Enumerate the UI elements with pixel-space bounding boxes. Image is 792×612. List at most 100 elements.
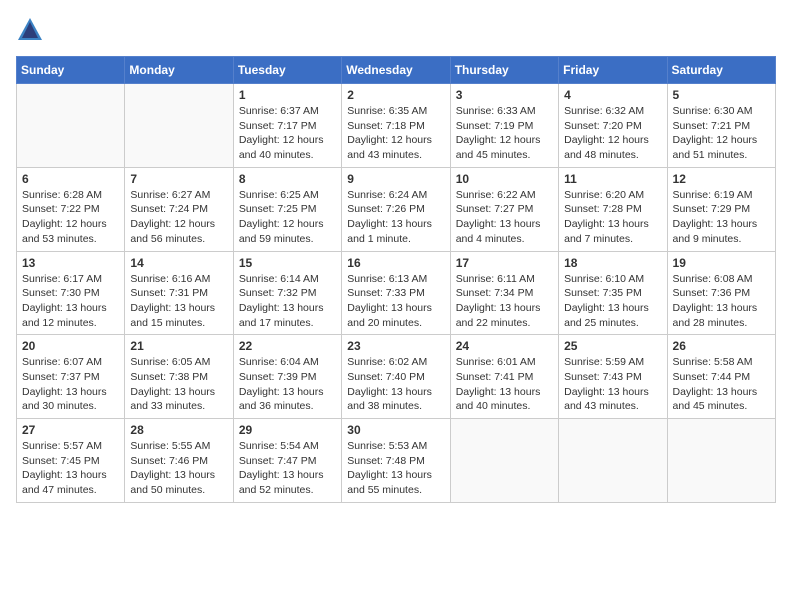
calendar-cell: 28 Sunrise: 5:55 AM Sunset: 7:46 PM Dayli… — [125, 419, 233, 503]
calendar-cell: 25Sunrise: 5:59 AM Sunset: 7:43 PM Dayli… — [559, 335, 667, 419]
weekday-header: Thursday — [450, 57, 558, 84]
day-number: 3 — [456, 88, 553, 102]
cell-content: Sunrise: 6:24 AM Sunset: 7:26 PM Dayligh… — [347, 188, 444, 247]
calendar-cell: 1 Sunrise: 6:37 AM Sunset: 7:17 PM Daylig… — [233, 84, 341, 168]
cell-content: Sunrise: 6:01 AM Sunset: 7:41 PM Dayligh… — [456, 355, 553, 414]
cell-content: Sunrise: 6:11 AM Sunset: 7:34 PM Dayligh… — [456, 272, 553, 331]
calendar-cell: 27Sunrise: 5:57 AM Sunset: 7:45 PM Dayli… — [17, 419, 125, 503]
day-number: 21 — [130, 339, 227, 353]
calendar-cell: 19 Sunrise: 6:08 AM Sunset: 7:36 PM Dayli… — [667, 251, 775, 335]
weekday-header: Saturday — [667, 57, 775, 84]
day-number: 9 — [347, 172, 444, 186]
day-number: 6 — [22, 172, 119, 186]
calendar-cell: 5 Sunrise: 6:30 AM Sunset: 7:21 PM Daylig… — [667, 84, 775, 168]
day-number: 1 — [239, 88, 336, 102]
cell-content: Sunrise: 6:05 AM Sunset: 7:38 PM Dayligh… — [130, 355, 227, 414]
weekday-header: Friday — [559, 57, 667, 84]
cell-content: Sunrise: 6:08 AM Sunset: 7:36 PM Dayligh… — [673, 272, 770, 331]
calendar-cell: 15 Sunrise: 6:14 AM Sunset: 7:32 PM Dayli… — [233, 251, 341, 335]
calendar-week-row: 6 Sunrise: 6:28 AM Sunset: 7:22 PM Daylig… — [17, 167, 776, 251]
calendar-cell: 30 Sunrise: 5:53 AM Sunset: 7:48 PM Dayli… — [342, 419, 450, 503]
cell-content: Sunrise: 6:07 AM Sunset: 7:37 PM Dayligh… — [22, 355, 119, 414]
calendar-cell: 29 Sunrise: 5:54 AM Sunset: 7:47 PM Dayli… — [233, 419, 341, 503]
day-number: 26 — [673, 339, 770, 353]
day-number: 5 — [673, 88, 770, 102]
calendar-cell — [667, 419, 775, 503]
day-number: 30 — [347, 423, 444, 437]
day-number: 28 — [130, 423, 227, 437]
calendar-week-row: 13 Sunrise: 6:17 AM Sunset: 7:30 PM Dayli… — [17, 251, 776, 335]
cell-content: Sunrise: 6:19 AM Sunset: 7:29 PM Dayligh… — [673, 188, 770, 247]
calendar-header: SundayMondayTuesdayWednesdayThursdayFrid… — [17, 57, 776, 84]
calendar-cell: 26 Sunrise: 5:58 AM Sunset: 7:44 PM Dayli… — [667, 335, 775, 419]
cell-content: Sunrise: 6:22 AM Sunset: 7:27 PM Dayligh… — [456, 188, 553, 247]
day-number: 19 — [673, 256, 770, 270]
day-number: 12 — [673, 172, 770, 186]
calendar-cell: 7 Sunrise: 6:27 AM Sunset: 7:24 PM Daylig… — [125, 167, 233, 251]
calendar-table: SundayMondayTuesdayWednesdayThursdayFrid… — [16, 56, 776, 503]
cell-content: Sunrise: 6:32 AM Sunset: 7:20 PM Dayligh… — [564, 104, 661, 163]
calendar-cell — [17, 84, 125, 168]
day-number: 14 — [130, 256, 227, 270]
calendar-cell: 16 Sunrise: 6:13 AM Sunset: 7:33 PM Dayli… — [342, 251, 450, 335]
calendar-week-row: 1 Sunrise: 6:37 AM Sunset: 7:17 PM Daylig… — [17, 84, 776, 168]
day-number: 27 — [22, 423, 119, 437]
cell-content: Sunrise: 6:30 AM Sunset: 7:21 PM Dayligh… — [673, 104, 770, 163]
cell-content: Sunrise: 6:13 AM Sunset: 7:33 PM Dayligh… — [347, 272, 444, 331]
cell-content: Sunrise: 5:54 AM Sunset: 7:47 PM Dayligh… — [239, 439, 336, 498]
cell-content: Sunrise: 5:53 AM Sunset: 7:48 PM Dayligh… — [347, 439, 444, 498]
logo-icon — [16, 16, 44, 44]
calendar-cell — [450, 419, 558, 503]
logo — [16, 16, 50, 44]
day-number: 17 — [456, 256, 553, 270]
page-header — [16, 16, 776, 44]
calendar-cell: 24Sunrise: 6:01 AM Sunset: 7:41 PM Dayli… — [450, 335, 558, 419]
weekday-header-row: SundayMondayTuesdayWednesdayThursdayFrid… — [17, 57, 776, 84]
cell-content: Sunrise: 6:35 AM Sunset: 7:18 PM Dayligh… — [347, 104, 444, 163]
calendar-cell: 13 Sunrise: 6:17 AM Sunset: 7:30 PM Dayli… — [17, 251, 125, 335]
calendar-cell: 18 Sunrise: 6:10 AM Sunset: 7:35 PM Dayli… — [559, 251, 667, 335]
day-number: 22 — [239, 339, 336, 353]
calendar-cell — [559, 419, 667, 503]
calendar-cell: 14Sunrise: 6:16 AM Sunset: 7:31 PM Dayli… — [125, 251, 233, 335]
calendar-cell — [125, 84, 233, 168]
calendar-body: 1 Sunrise: 6:37 AM Sunset: 7:17 PM Daylig… — [17, 84, 776, 503]
cell-content: Sunrise: 5:58 AM Sunset: 7:44 PM Dayligh… — [673, 355, 770, 414]
cell-content: Sunrise: 6:27 AM Sunset: 7:24 PM Dayligh… — [130, 188, 227, 247]
day-number: 18 — [564, 256, 661, 270]
cell-content: Sunrise: 6:14 AM Sunset: 7:32 PM Dayligh… — [239, 272, 336, 331]
day-number: 15 — [239, 256, 336, 270]
calendar-cell: 22Sunrise: 6:04 AM Sunset: 7:39 PM Dayli… — [233, 335, 341, 419]
day-number: 8 — [239, 172, 336, 186]
calendar-cell: 3 Sunrise: 6:33 AM Sunset: 7:19 PM Daylig… — [450, 84, 558, 168]
cell-content: Sunrise: 6:33 AM Sunset: 7:19 PM Dayligh… — [456, 104, 553, 163]
cell-content: Sunrise: 6:10 AM Sunset: 7:35 PM Dayligh… — [564, 272, 661, 331]
day-number: 7 — [130, 172, 227, 186]
calendar-cell: 21 Sunrise: 6:05 AM Sunset: 7:38 PM Dayli… — [125, 335, 233, 419]
cell-content: Sunrise: 6:17 AM Sunset: 7:30 PM Dayligh… — [22, 272, 119, 331]
calendar-week-row: 27Sunrise: 5:57 AM Sunset: 7:45 PM Dayli… — [17, 419, 776, 503]
day-number: 16 — [347, 256, 444, 270]
calendar-cell: 11 Sunrise: 6:20 AM Sunset: 7:28 PM Dayli… — [559, 167, 667, 251]
day-number: 13 — [22, 256, 119, 270]
day-number: 20 — [22, 339, 119, 353]
day-number: 4 — [564, 88, 661, 102]
calendar-cell: 6 Sunrise: 6:28 AM Sunset: 7:22 PM Daylig… — [17, 167, 125, 251]
day-number: 2 — [347, 88, 444, 102]
cell-content: Sunrise: 6:28 AM Sunset: 7:22 PM Dayligh… — [22, 188, 119, 247]
cell-content: Sunrise: 6:25 AM Sunset: 7:25 PM Dayligh… — [239, 188, 336, 247]
cell-content: Sunrise: 5:59 AM Sunset: 7:43 PM Dayligh… — [564, 355, 661, 414]
cell-content: Sunrise: 6:20 AM Sunset: 7:28 PM Dayligh… — [564, 188, 661, 247]
cell-content: Sunrise: 6:02 AM Sunset: 7:40 PM Dayligh… — [347, 355, 444, 414]
calendar-cell: 20 Sunrise: 6:07 AM Sunset: 7:37 PM Dayli… — [17, 335, 125, 419]
cell-content: Sunrise: 6:37 AM Sunset: 7:17 PM Dayligh… — [239, 104, 336, 163]
calendar-cell: 12 Sunrise: 6:19 AM Sunset: 7:29 PM Dayli… — [667, 167, 775, 251]
calendar-cell: 10Sunrise: 6:22 AM Sunset: 7:27 PM Dayli… — [450, 167, 558, 251]
calendar-cell: 8 Sunrise: 6:25 AM Sunset: 7:25 PM Daylig… — [233, 167, 341, 251]
calendar-week-row: 20 Sunrise: 6:07 AM Sunset: 7:37 PM Dayli… — [17, 335, 776, 419]
weekday-header: Wednesday — [342, 57, 450, 84]
cell-content: Sunrise: 5:55 AM Sunset: 7:46 PM Dayligh… — [130, 439, 227, 498]
day-number: 29 — [239, 423, 336, 437]
weekday-header: Sunday — [17, 57, 125, 84]
day-number: 11 — [564, 172, 661, 186]
